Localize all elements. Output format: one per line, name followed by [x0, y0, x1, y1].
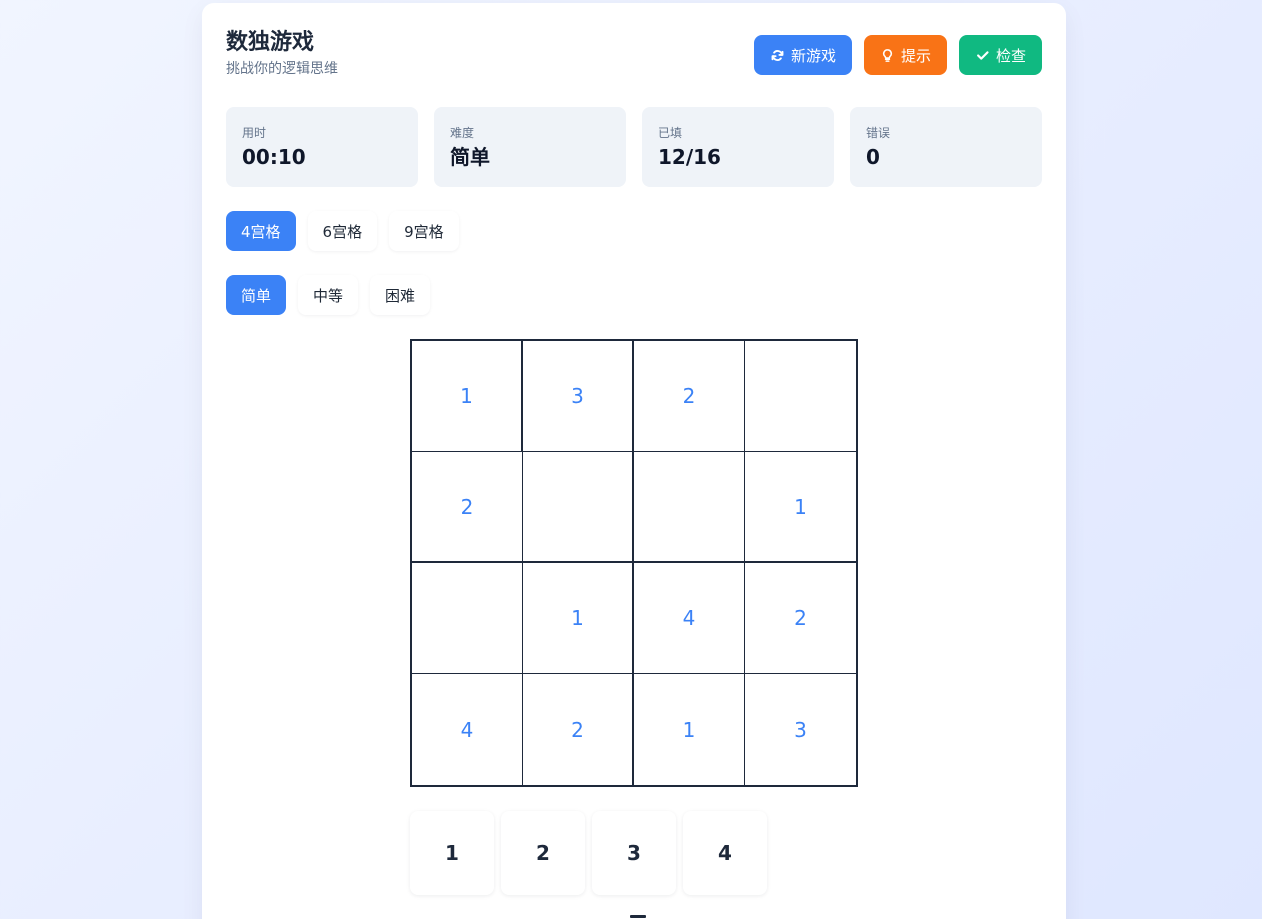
- size-6-button[interactable]: 6宫格: [307, 211, 378, 251]
- stats-row: 用时 00:10 难度 简单 已填 12/16 错误 0: [226, 107, 1042, 187]
- board-cell[interactable]: [412, 563, 523, 674]
- stat-value: 简单: [450, 145, 490, 169]
- lightbulb-icon: [882, 48, 893, 62]
- difficulty-medium-button[interactable]: 中等: [298, 275, 359, 315]
- board-cell[interactable]: 1: [523, 563, 634, 674]
- board-cell[interactable]: 4: [634, 563, 745, 674]
- stat-label: 已填: [658, 126, 683, 140]
- new-game-button[interactable]: 新游戏: [753, 35, 852, 75]
- check-button[interactable]: 检查: [958, 35, 1042, 75]
- stat-label: 用时: [242, 126, 267, 140]
- size-4-button[interactable]: 4宫格: [226, 211, 296, 251]
- difficulty-hard-button[interactable]: 困难: [370, 275, 431, 315]
- difficulty-selector: 简单 中等 困难: [226, 275, 431, 315]
- size-9-button[interactable]: 9宫格: [389, 211, 459, 251]
- new-game-label: 新游戏: [790, 46, 836, 65]
- stat-label: 难度: [450, 126, 475, 140]
- hint-button[interactable]: 提示: [863, 35, 947, 75]
- board-cell[interactable]: 2: [523, 674, 634, 785]
- board-cell[interactable]: 1: [745, 452, 856, 563]
- board-cell[interactable]: [745, 341, 856, 452]
- board-cell[interactable]: 1: [634, 674, 745, 785]
- board-cell[interactable]: 3: [523, 341, 634, 452]
- board-cell[interactable]: 2: [412, 452, 523, 563]
- header: 数独游戏 挑战你的逻辑思维 新游戏 提示 检查: [226, 27, 1042, 87]
- number-2-button[interactable]: 2: [501, 811, 585, 895]
- number-pad: 1 2 3 4: [410, 811, 767, 895]
- stat-value: 00:10: [242, 145, 306, 169]
- board-cell[interactable]: 4: [412, 674, 523, 785]
- hint-label: 提示: [900, 46, 931, 65]
- board-cell[interactable]: [523, 452, 634, 563]
- sudoku-card: 数独游戏 挑战你的逻辑思维 新游戏 提示 检查 用时 00:10 难度 简单 已…: [202, 3, 1066, 919]
- board-cell[interactable]: 2: [745, 563, 856, 674]
- board-cell[interactable]: 2: [634, 341, 745, 452]
- stat-filled: 已填 12/16: [642, 107, 834, 187]
- board-cell[interactable]: 3: [745, 674, 856, 785]
- number-3-button[interactable]: 3: [592, 811, 676, 895]
- stat-time: 用时 00:10: [226, 107, 418, 187]
- board-cell[interactable]: 1: [412, 341, 523, 452]
- check-label: 检查: [995, 46, 1026, 65]
- board-cell[interactable]: [634, 452, 745, 563]
- refresh-icon: [771, 49, 784, 61]
- action-buttons: 新游戏 提示 检查: [753, 35, 1042, 75]
- number-1-button[interactable]: 1: [410, 811, 494, 895]
- clear-button-partial[interactable]: [630, 915, 646, 918]
- grid-size-selector: 4宫格 6宫格 9宫格: [226, 211, 459, 251]
- sudoku-board: 1 3 2 2 1 1 4 2 4 2 1 3: [410, 339, 858, 787]
- check-icon: [977, 50, 989, 60]
- difficulty-easy-button[interactable]: 简单: [226, 275, 287, 315]
- stat-difficulty: 难度 简单: [434, 107, 626, 187]
- number-4-button[interactable]: 4: [683, 811, 767, 895]
- stat-label: 错误: [866, 126, 891, 140]
- stat-errors: 错误 0: [850, 107, 1042, 187]
- stat-value: 0: [866, 145, 880, 169]
- stat-value: 12/16: [658, 145, 721, 169]
